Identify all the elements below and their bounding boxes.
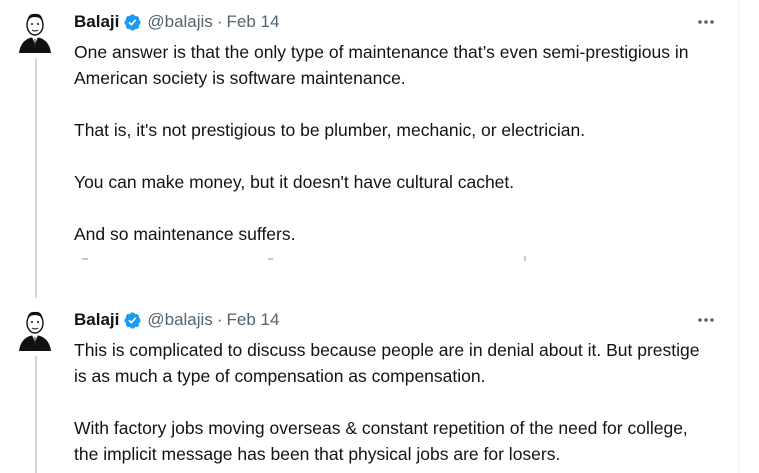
separator-artifact — [82, 258, 88, 260]
tweet-header: Balaji @balajis · Feb 14 — [74, 11, 279, 33]
tweet[interactable]: Balaji @balajis · Feb 14 This is complic… — [0, 298, 738, 473]
avatar[interactable] — [14, 309, 56, 351]
tweet-header: Balaji @balajis · Feb 14 — [74, 309, 279, 331]
tweet[interactable]: Balaji @balajis · Feb 14 One answer is t… — [0, 0, 738, 250]
tweet-paragraph: And so maintenance suffers. — [74, 224, 296, 244]
separator-artifact — [268, 258, 273, 260]
separator-dot: · — [216, 12, 223, 31]
verified-badge-icon[interactable] — [123, 311, 142, 330]
tweet-date[interactable]: Feb 14 — [226, 12, 279, 32]
tweet-paragraph: This is complicated to discuss because p… — [74, 340, 700, 386]
tweet-date[interactable]: Feb 14 — [226, 310, 279, 330]
tweet-paragraph: With factory jobs moving overseas & cons… — [74, 418, 688, 464]
separator-artifact — [524, 256, 526, 261]
more-horizontal-icon[interactable] — [695, 310, 717, 330]
tweet-paragraph: You can make money, but it doesn't have … — [74, 172, 515, 192]
author-name[interactable]: Balaji — [74, 310, 119, 330]
tweet-paragraph: That is, it's not prestigious to be plum… — [74, 120, 586, 140]
tweet-paragraph: One answer is that the only type of main… — [74, 42, 689, 88]
more-horizontal-icon[interactable] — [695, 12, 717, 32]
timeline-border — [738, 0, 739, 473]
author-name[interactable]: Balaji — [74, 12, 119, 32]
tweet-text: This is complicated to discuss because p… — [74, 337, 714, 467]
verified-badge-icon[interactable] — [123, 13, 142, 32]
author-handle[interactable]: @balajis — [147, 12, 212, 32]
tweet-text: One answer is that the only type of main… — [74, 39, 714, 247]
avatar[interactable] — [14, 11, 56, 53]
separator-dot: · — [216, 310, 223, 329]
author-handle[interactable]: @balajis — [147, 310, 212, 330]
